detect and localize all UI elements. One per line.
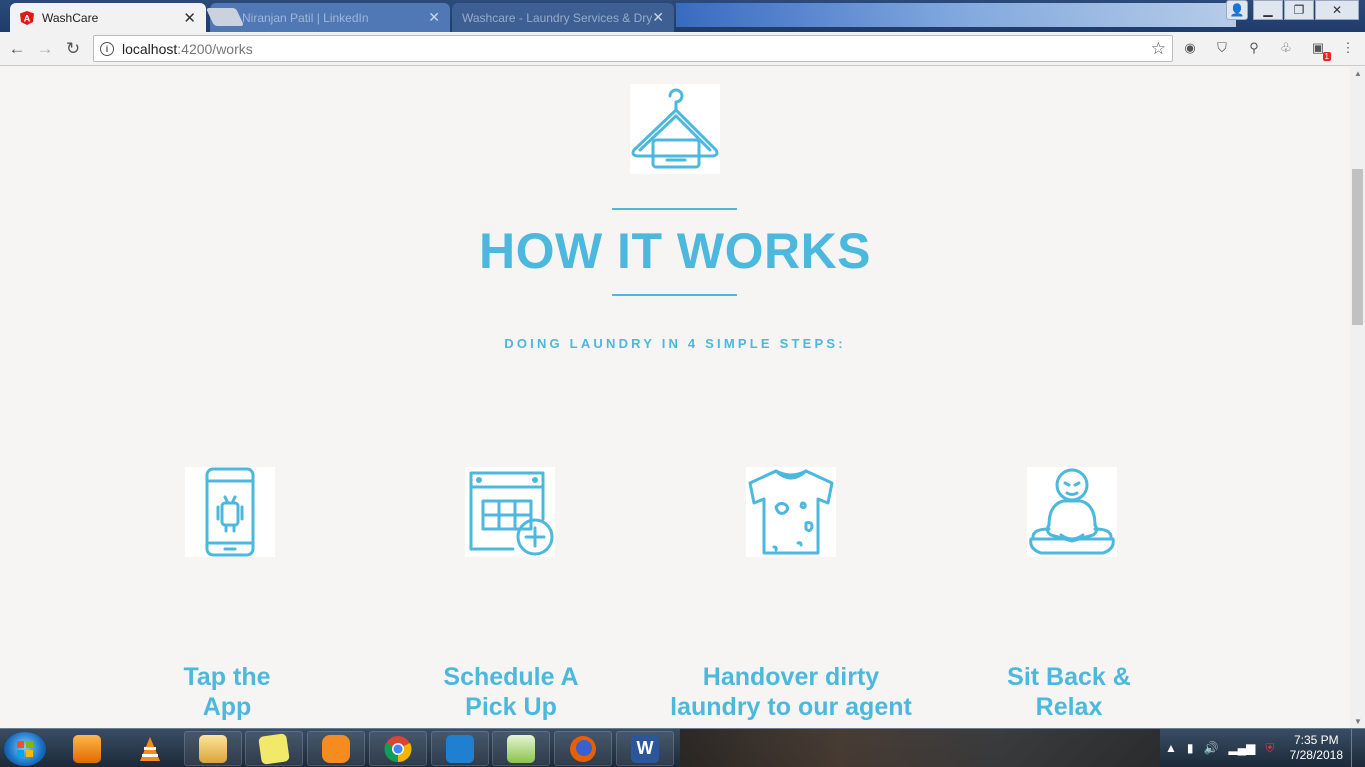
restore-button[interactable]: ❐ xyxy=(1284,0,1314,20)
angular-icon: A xyxy=(20,10,34,25)
title-rule-top xyxy=(612,208,737,210)
start-button[interactable] xyxy=(4,732,46,766)
tab-title: Washcare - Laundry Services & Dry xyxy=(462,10,653,25)
page-content: HOW IT WORKS DOING LAUNDRY IN 4 SIMPLE S… xyxy=(0,67,1350,728)
page-title: HOW IT WORKS xyxy=(478,223,872,279)
minimize-button[interactable]: ▁ xyxy=(1253,0,1283,20)
media-player-icon[interactable] xyxy=(58,731,116,766)
browser-toolbar: ← → ↻ i localhost:4200/works ☆ ◉ ⛉ ⚲ ♧ ▣… xyxy=(0,32,1365,66)
search-icon[interactable]: ⚲ xyxy=(1245,39,1263,57)
calendar-add-icon xyxy=(465,467,555,557)
volume-icon[interactable]: 🔊 xyxy=(1204,741,1219,755)
dirty-shirt-icon xyxy=(746,467,836,557)
tab-strip: A WashCare ✕ Niranjan Patil | LinkedIn ✕… xyxy=(0,0,1365,32)
shield-icon[interactable]: ⛉ xyxy=(1213,39,1231,57)
close-tab-icon[interactable]: ✕ xyxy=(183,9,196,27)
tab-title: Niranjan Patil | LinkedIn xyxy=(242,10,369,25)
tab-washcare[interactable]: A WashCare ✕ xyxy=(10,3,206,32)
vscode-icon[interactable] xyxy=(431,731,489,766)
leaf-icon[interactable]: ♧ xyxy=(1277,39,1295,57)
page-scrollbar[interactable]: ▲ ▼ xyxy=(1350,67,1365,728)
show-desktop-button[interactable] xyxy=(1351,729,1365,767)
sticky-notes-icon[interactable] xyxy=(245,731,303,766)
window-controls: 👤 ▁ ❐ ✕ xyxy=(1225,0,1359,20)
chrome-icon[interactable] xyxy=(369,731,427,766)
scroll-down-icon[interactable]: ▼ xyxy=(1354,717,1362,726)
title-rule-bottom xyxy=(612,294,737,296)
bookmark-star-icon[interactable]: ☆ xyxy=(1151,39,1166,59)
step-title: Tap the App xyxy=(183,663,271,721)
desktop-background xyxy=(676,3,1236,27)
tab-title: WashCare xyxy=(42,10,99,25)
smartphone-icon xyxy=(185,467,275,557)
step-title: Sit Back & Relax xyxy=(1007,663,1131,721)
firefox-icon[interactable] xyxy=(554,731,612,766)
taskbar: W ▲ ▮ 🔊 ▂▄▆ ⛨ 7:35 PM 7/28/2018 xyxy=(0,728,1365,767)
close-tab-icon[interactable]: ✕ xyxy=(652,9,664,26)
close-window-button[interactable]: ✕ xyxy=(1315,0,1359,20)
notepadpp-icon[interactable] xyxy=(492,731,550,766)
svg-text:A: A xyxy=(24,13,31,23)
close-tab-icon[interactable]: ✕ xyxy=(428,9,440,26)
page-subtitle: DOING LAUNDRY IN 4 SIMPLE STEPS: xyxy=(504,336,846,351)
url-text[interactable]: localhost:4200/works xyxy=(122,41,253,57)
explorer-icon[interactable] xyxy=(184,731,242,766)
network-icon[interactable]: ▂▄▆ xyxy=(1228,741,1255,755)
note-icon[interactable]: ▣ 1 xyxy=(1309,39,1331,61)
hanger-icon xyxy=(630,84,720,174)
reload-icon[interactable]: ↻ xyxy=(62,38,84,60)
uc-browser-icon[interactable] xyxy=(307,731,365,766)
user-profile-icon[interactable]: 👤 xyxy=(1226,0,1248,20)
forward-icon[interactable]: → xyxy=(34,38,56,60)
tab-linkedin[interactable]: Niranjan Patil | LinkedIn ✕ xyxy=(210,3,450,32)
tab-washcare-services[interactable]: Washcare - Laundry Services & Dry ✕ xyxy=(452,3,674,32)
meditation-icon xyxy=(1027,467,1117,557)
windows-logo-icon xyxy=(17,741,33,757)
extension-badge: 1 xyxy=(1322,52,1331,61)
globe-icon[interactable]: ◉ xyxy=(1181,39,1199,57)
taskbar-background xyxy=(680,729,1160,767)
security-icon[interactable]: ⛨ xyxy=(1265,741,1274,756)
battery-icon[interactable]: ▮ xyxy=(1187,741,1194,755)
address-bar[interactable]: i localhost:4200/works ☆ xyxy=(93,35,1173,62)
scrollbar-thumb[interactable] xyxy=(1352,169,1363,325)
clock-date: 7/28/2018 xyxy=(1289,748,1343,762)
scroll-up-icon[interactable]: ▲ xyxy=(1354,69,1362,78)
word-icon[interactable]: W xyxy=(616,731,674,766)
info-icon[interactable]: i xyxy=(100,41,114,56)
menu-icon[interactable]: ⋮ xyxy=(1339,39,1357,57)
vlc-icon[interactable] xyxy=(121,731,179,766)
step-title: Handover dirty laundry to our agent xyxy=(670,663,912,721)
back-icon[interactable]: ← xyxy=(6,38,28,60)
show-hidden-icons[interactable]: ▲ xyxy=(1165,741,1177,755)
clock[interactable]: 7:35 PM 7/28/2018 xyxy=(1290,733,1343,763)
clock-time: 7:35 PM xyxy=(1293,733,1339,747)
step-title: Schedule A Pick Up xyxy=(443,663,579,721)
